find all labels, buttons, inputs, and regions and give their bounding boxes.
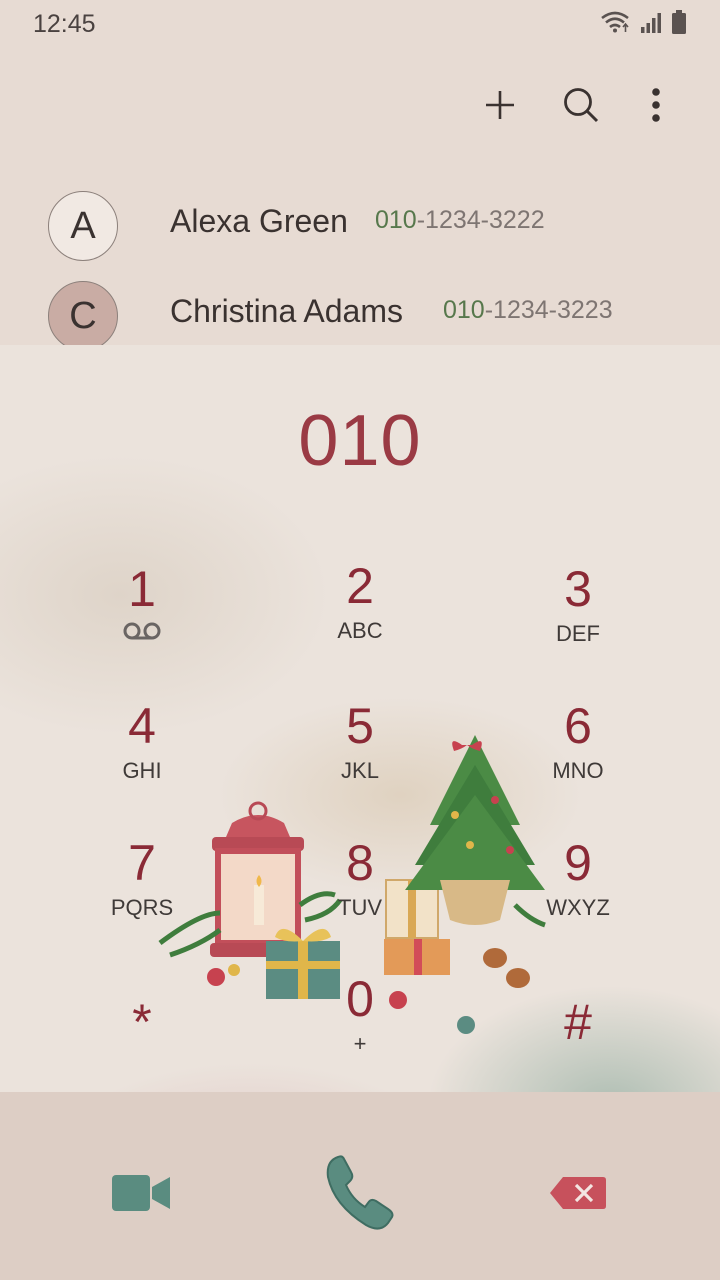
phone-icon bbox=[326, 1155, 394, 1230]
battery-icon bbox=[672, 10, 686, 34]
dialpad-key-8[interactable]: 8 TUV bbox=[280, 834, 440, 944]
dialpad-key-0[interactable]: 0 + bbox=[280, 970, 440, 1080]
status-time: 12:45 bbox=[33, 10, 96, 38]
number-rest: -1234-3223 bbox=[484, 296, 613, 324]
dialpad-key-6[interactable]: 6 MNO bbox=[498, 697, 658, 807]
video-call-icon bbox=[112, 1175, 170, 1211]
dialpad-key-4[interactable]: 4 GHI bbox=[62, 697, 222, 807]
number-rest: -1234-3222 bbox=[416, 206, 545, 234]
dialpad-key-5[interactable]: 5 JKL bbox=[280, 697, 440, 807]
avatar: C bbox=[48, 281, 118, 351]
number-match: 010 bbox=[443, 296, 485, 324]
dialpad-key-7[interactable]: 7 PQRS bbox=[62, 834, 222, 944]
dialed-number: 010 bbox=[298, 401, 422, 481]
status-icons bbox=[600, 10, 686, 34]
add-icon bbox=[486, 91, 514, 119]
add-contact-button[interactable] bbox=[475, 80, 525, 130]
wifi-icon bbox=[600, 10, 630, 34]
search-button[interactable] bbox=[556, 80, 606, 130]
dialpad-key-1[interactable]: 1 bbox=[62, 560, 222, 670]
contact-name: Christina Adams bbox=[170, 293, 403, 329]
more-options-button[interactable] bbox=[631, 80, 681, 130]
video-call-button[interactable] bbox=[92, 1148, 192, 1238]
more-options-icon bbox=[652, 88, 660, 122]
bottom-bar bbox=[0, 1092, 720, 1280]
dialpad-key-hash[interactable]: # bbox=[498, 993, 658, 1092]
backspace-button[interactable] bbox=[528, 1148, 628, 1238]
voicemail-icon bbox=[62, 620, 222, 649]
avatar: A bbox=[48, 191, 118, 261]
signal-icon bbox=[640, 12, 662, 34]
contact-row[interactable]: A Alexa Green 010-1234-3222 bbox=[0, 181, 720, 271]
call-button[interactable] bbox=[310, 1148, 410, 1238]
dialpad-area: 010 1 2 ABC 3 DEF 4 GHI 5 JKL 6 MNO 7 PQ… bbox=[0, 345, 720, 1092]
dialpad-key-3[interactable]: 3 DEF bbox=[498, 560, 658, 670]
number-match: 010 bbox=[375, 206, 417, 234]
contact-number: 010-1234-3222 bbox=[375, 206, 545, 235]
dialpad-key-2[interactable]: 2 ABC bbox=[280, 557, 440, 667]
status-bar: 12:45 bbox=[0, 0, 720, 50]
contact-number: 010-1234-3223 bbox=[443, 296, 613, 325]
dialpad-key-9[interactable]: 9 WXYZ bbox=[498, 834, 658, 944]
backspace-icon bbox=[550, 1177, 606, 1209]
contact-name: Alexa Green bbox=[170, 203, 348, 239]
dialpad-key-star[interactable]: * bbox=[62, 993, 222, 1092]
search-icon bbox=[564, 88, 599, 123]
